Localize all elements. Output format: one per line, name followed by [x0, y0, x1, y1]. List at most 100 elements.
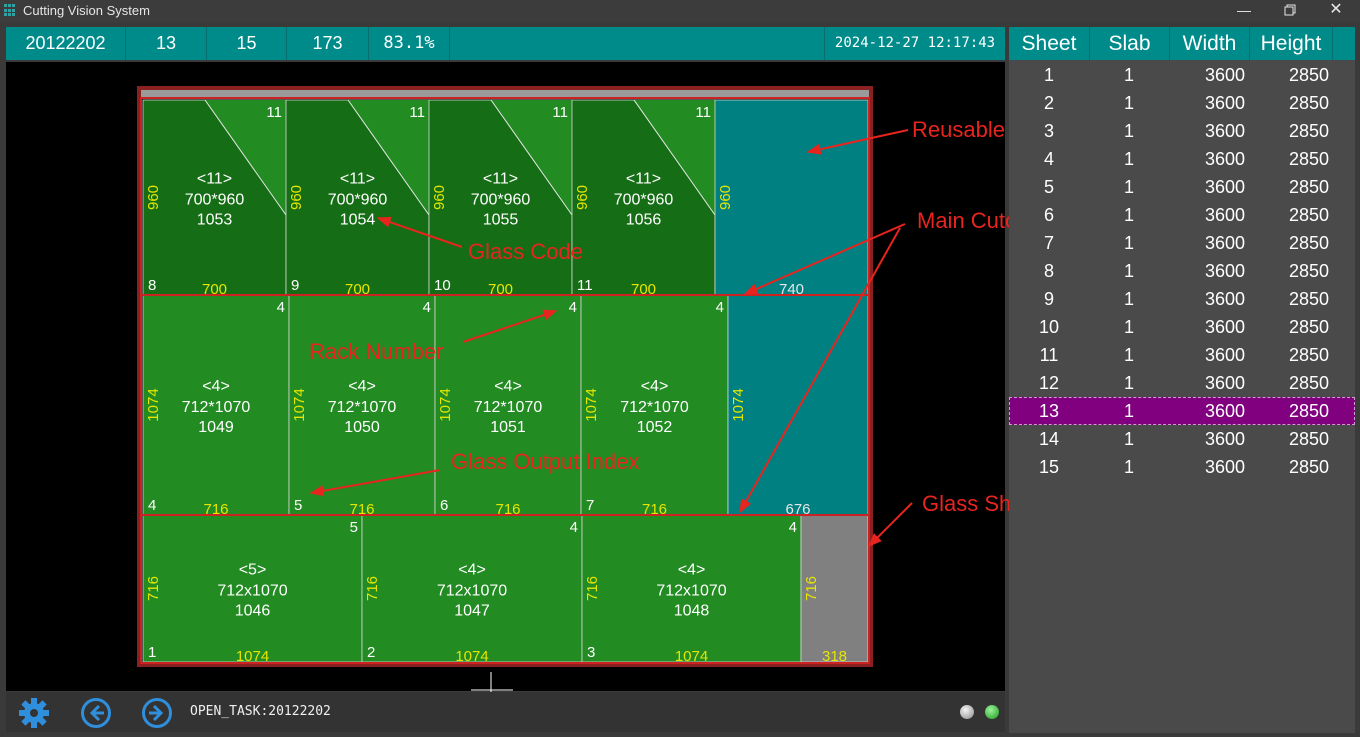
cell-slab: 1: [1123, 261, 1134, 281]
output-index: 11: [577, 277, 593, 294]
cell-height: 2850: [1288, 261, 1329, 281]
grey-light-icon: [960, 705, 974, 719]
restore-icon[interactable]: [1267, 0, 1313, 22]
cell-height: 2850: [1288, 317, 1329, 337]
minimize-icon[interactable]: —: [1221, 0, 1267, 22]
glass-size: 700*960: [471, 192, 531, 209]
cell-slab: 1: [1123, 149, 1134, 169]
table-row[interactable]: 6 1 3600 2850: [1009, 201, 1355, 229]
height-label: 960: [288, 185, 305, 210]
table-row[interactable]: 11 1 3600 2850: [1009, 341, 1355, 369]
cell-height: 2850: [1288, 429, 1329, 449]
arrow-right-icon[interactable]: [141, 697, 173, 734]
col-slab-header[interactable]: Slab: [1090, 27, 1170, 60]
cell-height: 2850: [1288, 177, 1329, 197]
cell-height: 2850: [1288, 233, 1329, 253]
table-row[interactable]: 8 1 3600 2850: [1009, 257, 1355, 285]
arrow-left-icon[interactable]: [80, 697, 112, 734]
height-label: 716: [145, 576, 162, 601]
table-row[interactable]: 7 1 3600 2850: [1009, 229, 1355, 257]
cell-sheet: 11: [1039, 345, 1059, 365]
remnant-height-label: 960: [717, 185, 734, 210]
rack-number: 11: [409, 104, 425, 121]
cell-sheet: 13: [1038, 401, 1060, 421]
glass-size: 700*960: [328, 192, 388, 209]
cell-slab: 1: [1123, 121, 1134, 141]
rack-number: 4: [789, 519, 797, 536]
glass-id: 1050: [344, 419, 380, 436]
cell-height: 2850: [1288, 93, 1329, 113]
output-index: 6: [440, 497, 448, 514]
cell-height: 2850: [1288, 401, 1329, 421]
rack-number: 11: [266, 104, 282, 121]
top-trim-strip: [141, 90, 869, 98]
glass-size: 712*1070: [474, 399, 543, 416]
rack-number: 4: [569, 299, 577, 316]
output-index: 9: [291, 277, 299, 294]
height-label: 1074: [583, 388, 600, 421]
table-header: Sheet Slab Width Height: [1009, 27, 1355, 60]
col-width-header[interactable]: Width: [1170, 27, 1250, 60]
cell-slab: 1: [1123, 317, 1134, 337]
cell-sheet: 3: [1043, 121, 1054, 141]
rack-number: 4: [423, 299, 431, 316]
glass-id: 1054: [340, 212, 376, 229]
cell-sheet: 7: [1043, 233, 1054, 253]
output-index: 8: [148, 277, 156, 294]
glass-id: 1053: [197, 212, 233, 229]
close-icon[interactable]: ✕: [1313, 0, 1359, 22]
cell-height: 2850: [1288, 205, 1329, 225]
cell-sheet: 5: [1043, 177, 1054, 197]
table-row[interactable]: 13 1 3600 2850: [1009, 397, 1355, 425]
cell-height: 2850: [1288, 65, 1329, 85]
table-row[interactable]: 15 1 3600 2850: [1009, 453, 1355, 481]
table-row[interactable]: 3 1 3600 2850: [1009, 117, 1355, 145]
glass-size: 712x1070: [437, 583, 507, 600]
output-index: 3: [587, 644, 595, 661]
table-row[interactable]: 5 1 3600 2850: [1009, 173, 1355, 201]
remnant-height-label: 716: [803, 576, 820, 601]
cell-slab: 1: [1123, 65, 1134, 85]
gear-icon[interactable]: [18, 697, 50, 734]
cell-height: 2850: [1288, 373, 1329, 393]
cell-width: 3600: [1204, 205, 1245, 225]
table-row[interactable]: 14 1 3600 2850: [1009, 425, 1355, 453]
height-label: 1074: [145, 388, 162, 421]
height-label: 716: [364, 576, 381, 601]
table-row[interactable]: 2 1 3600 2850: [1009, 89, 1355, 117]
glass-size: 712*1070: [620, 399, 689, 416]
col-sheet-header[interactable]: Sheet: [1009, 27, 1090, 60]
glass-id: 1052: [637, 419, 673, 436]
rack-number: 5: [350, 519, 358, 536]
cell-width: 3600: [1204, 233, 1245, 253]
sheet-table: Sheet Slab Width Height 1 1 3600 2850 2 1 3600…: [1009, 27, 1355, 733]
cell-width: 3600: [1204, 289, 1245, 309]
table-row[interactable]: 9 1 3600 2850: [1009, 285, 1355, 313]
table-row[interactable]: 10 1 3600 2850: [1009, 313, 1355, 341]
glass-code: <11>: [197, 171, 232, 188]
cell-height: 2850: [1288, 289, 1329, 309]
glass-id: 1046: [235, 603, 271, 620]
glass-id: 1055: [483, 212, 519, 229]
green-light-icon: [985, 705, 999, 719]
cell-slab: 1: [1123, 289, 1134, 309]
height-label: 960: [145, 185, 162, 210]
rack-number: 11: [695, 104, 711, 121]
reusable-remnant: [727, 294, 869, 516]
table-row[interactable]: 4 1 3600 2850: [1009, 145, 1355, 173]
glass-code: <11>: [483, 171, 518, 188]
table-row[interactable]: 12 1 3600 2850: [1009, 369, 1355, 397]
cell-slab: 1: [1123, 233, 1134, 253]
col-height-header[interactable]: Height: [1250, 27, 1333, 60]
cell-slab: 1: [1123, 373, 1134, 393]
cell-sheet: 10: [1038, 317, 1060, 337]
cell-height: 2850: [1288, 457, 1329, 477]
annotation-rack-number: Rack Number: [309, 339, 444, 364]
table-row[interactable]: 1 1 3600 2850: [1009, 61, 1355, 89]
glass-code: <11>: [340, 171, 375, 188]
cell-slab: 1: [1123, 401, 1134, 421]
cell-sheet: 14: [1038, 429, 1060, 449]
cell-slab: 1: [1123, 345, 1134, 365]
cutting-layout[interactable]: 11<11>700*96010538 70096011<11>700*960105…: [0, 0, 1005, 692]
cell-sheet: 4: [1043, 149, 1054, 169]
